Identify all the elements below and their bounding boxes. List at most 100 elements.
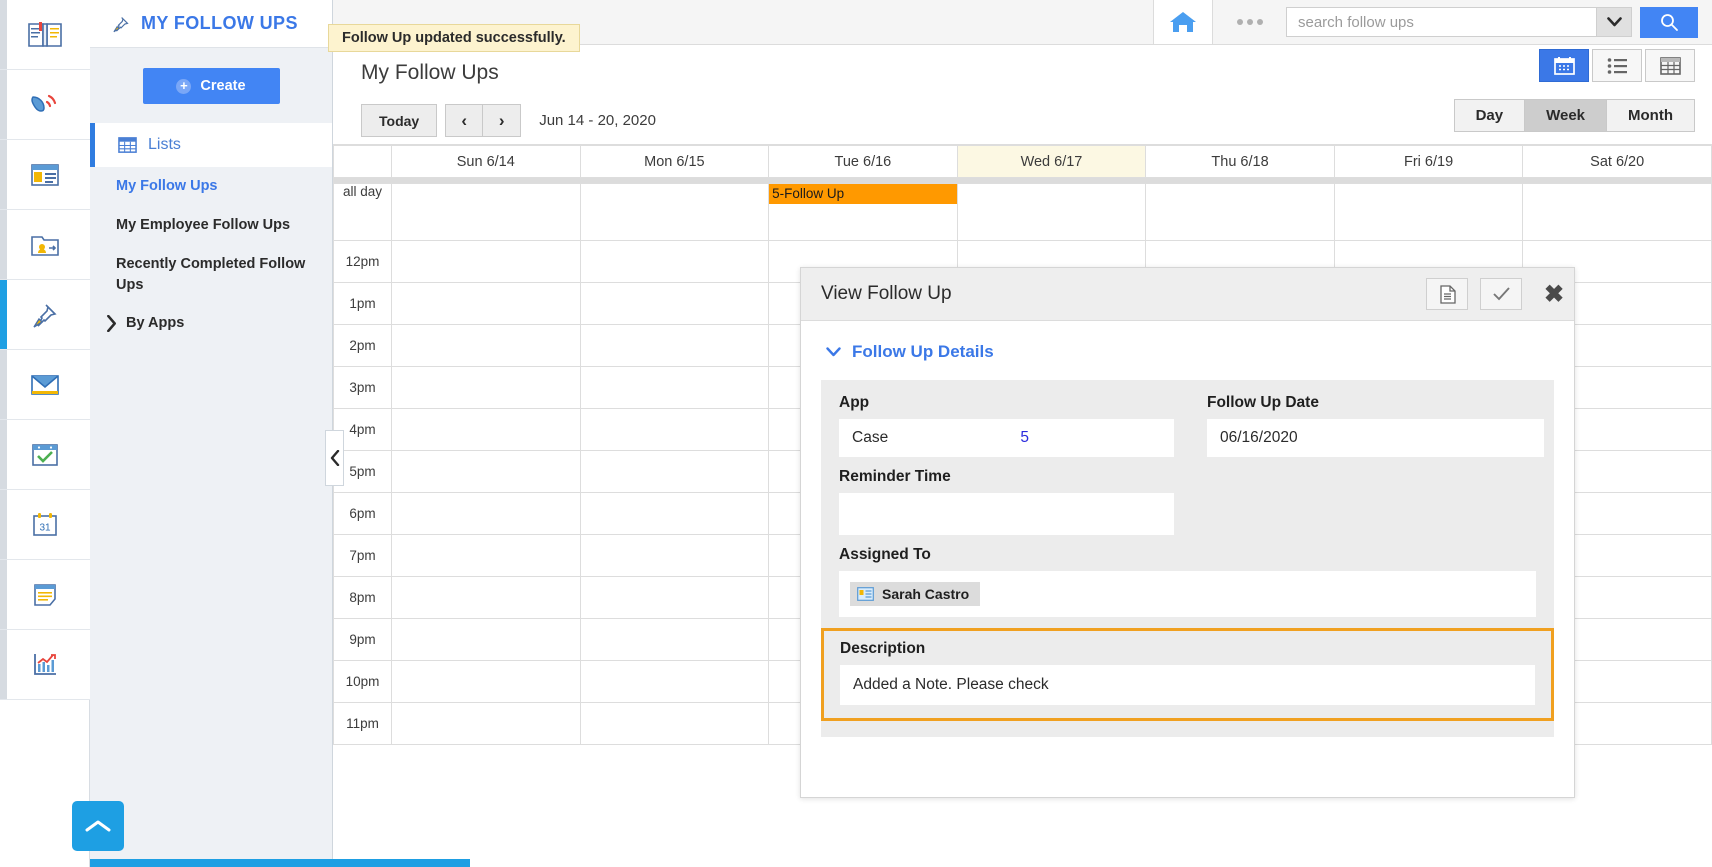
assignee-chip[interactable]: Sarah Castro <box>850 582 980 606</box>
hour-cell[interactable] <box>392 703 581 745</box>
sidebar-item-my-follow-ups[interactable]: My Follow Ups <box>90 167 332 206</box>
chevron-right-icon <box>106 315 117 332</box>
field-app-record-link[interactable]: 5 <box>1020 429 1029 447</box>
field-description-value[interactable]: Added a Note. Please check <box>840 665 1535 705</box>
panel-body: Follow Up Details App Case 5 Follow Up D… <box>801 321 1574 737</box>
rail-item-tasks[interactable] <box>0 420 90 490</box>
create-button[interactable]: + Create <box>143 68 280 104</box>
hour-label: 7pm <box>334 535 392 577</box>
panel-close-button[interactable]: ✖ <box>1534 268 1574 320</box>
panel-document-button[interactable] <box>1426 278 1468 310</box>
all-day-cell-with-event[interactable]: 5-Follow Up <box>769 184 958 241</box>
sidebar-collapse-handle[interactable] <box>325 430 344 486</box>
hour-cell[interactable] <box>580 409 769 451</box>
sidebar-item-my-employee-follow-ups[interactable]: My Employee Follow Ups <box>90 206 332 245</box>
day-header-thu[interactable]: Thu 6/18 <box>1146 146 1335 178</box>
follow-up-details-section-header[interactable]: Follow Up Details <box>826 342 1554 362</box>
calendar-31-icon: 31 <box>29 510 61 540</box>
task-check-icon <box>29 440 61 470</box>
hour-cell[interactable] <box>392 535 581 577</box>
rail-item-notes[interactable] <box>0 560 90 630</box>
home-icon <box>1168 9 1198 35</box>
search-input[interactable] <box>1286 7 1596 37</box>
hour-cell[interactable] <box>580 451 769 493</box>
hour-cell[interactable] <box>392 283 581 325</box>
range-day-button[interactable]: Day <box>1454 99 1525 132</box>
hour-cell[interactable] <box>392 451 581 493</box>
hour-cell[interactable] <box>392 493 581 535</box>
hour-cell[interactable] <box>580 577 769 619</box>
rail-item-analytics[interactable] <box>0 630 90 700</box>
field-follow-up-date-value[interactable]: 06/16/2020 <box>1207 419 1544 457</box>
more-options-button[interactable] <box>1213 0 1286 44</box>
rail-item-calendar[interactable]: 31 <box>0 490 90 560</box>
rail-item-contacts[interactable] <box>0 210 90 280</box>
next-week-button[interactable]: › <box>483 104 521 137</box>
hour-cell[interactable] <box>580 241 769 283</box>
search-scope-dropdown[interactable] <box>1596 7 1632 37</box>
rail-item-followups[interactable] <box>0 280 90 350</box>
calendar-header-row: Sun 6/14 Mon 6/15 Tue 6/16 Wed 6/17 Thu … <box>334 146 1712 178</box>
create-button-label: Create <box>200 78 245 94</box>
hour-cell[interactable] <box>392 577 581 619</box>
dot-icon <box>1257 19 1263 25</box>
day-header-sat[interactable]: Sat 6/20 <box>1523 146 1712 178</box>
hour-cell[interactable] <box>580 619 769 661</box>
event-follow-up[interactable]: 5-Follow Up <box>769 184 957 204</box>
chevron-left-icon <box>330 450 340 466</box>
panel-header: View Follow Up ✖ <box>801 268 1574 321</box>
calendar-view-button[interactable] <box>1539 49 1589 82</box>
range-week-button[interactable]: Week <box>1524 99 1606 132</box>
grid-view-button[interactable] <box>1645 49 1695 82</box>
sidebar-item-lists[interactable]: Lists <box>90 123 332 167</box>
hour-cell[interactable] <box>580 283 769 325</box>
hour-cell[interactable] <box>392 367 581 409</box>
all-day-cell[interactable] <box>1523 184 1712 241</box>
hour-cell[interactable] <box>392 661 581 703</box>
all-day-cell[interactable] <box>957 184 1146 241</box>
hour-cell[interactable] <box>580 535 769 577</box>
day-header-wed[interactable]: Wed 6/17 <box>957 146 1146 178</box>
brand-bar: MY FOLLOW UPS <box>90 0 332 48</box>
all-day-cell[interactable] <box>392 184 581 241</box>
range-month-button[interactable]: Month <box>1606 99 1695 132</box>
search-button[interactable] <box>1640 7 1698 38</box>
view-mode-switcher <box>1536 49 1695 82</box>
scroll-to-top-button[interactable] <box>72 801 124 851</box>
hour-cell[interactable] <box>392 619 581 661</box>
sidebar-group-by-apps[interactable]: By Apps <box>90 305 332 332</box>
day-header-tue[interactable]: Tue 6/16 <box>769 146 958 178</box>
sidebar-item-recently-completed-follow-ups[interactable]: Recently Completed Follow Ups <box>90 245 332 305</box>
hour-cell[interactable] <box>580 493 769 535</box>
hour-cell[interactable] <box>580 703 769 745</box>
hour-cell[interactable] <box>392 409 581 451</box>
rail-item-mail[interactable] <box>0 350 90 420</box>
hour-label: 2pm <box>334 325 392 367</box>
hour-cell[interactable] <box>580 661 769 703</box>
hour-cell[interactable] <box>580 367 769 409</box>
day-header-mon[interactable]: Mon 6/15 <box>580 146 769 178</box>
dot-icon <box>1247 19 1253 25</box>
today-button[interactable]: Today <box>361 104 437 137</box>
hour-label: 12pm <box>334 241 392 283</box>
list-view-button[interactable] <box>1592 49 1642 82</box>
day-header-sun[interactable]: Sun 6/14 <box>392 146 581 178</box>
day-header-fri[interactable]: Fri 6/19 <box>1334 146 1523 178</box>
all-day-cell[interactable] <box>1146 184 1335 241</box>
rail-item-phone[interactable] <box>0 70 90 140</box>
hour-cell[interactable] <box>392 241 581 283</box>
hour-label: 11pm <box>334 703 392 745</box>
rail-item-book[interactable] <box>0 0 90 70</box>
list-view-icon <box>1607 57 1628 75</box>
field-assigned-to: Assigned To Sarah Castro <box>839 546 1536 617</box>
rail-item-news[interactable] <box>0 140 90 210</box>
all-day-cell[interactable] <box>580 184 769 241</box>
all-day-cell[interactable] <box>1334 184 1523 241</box>
hour-cell[interactable] <box>392 325 581 367</box>
previous-week-button[interactable]: ‹ <box>445 104 483 137</box>
field-reminder-time-value[interactable] <box>839 493 1174 535</box>
svg-text:31: 31 <box>39 522 51 533</box>
hour-cell[interactable] <box>580 325 769 367</box>
panel-confirm-button[interactable] <box>1480 278 1522 310</box>
home-button[interactable] <box>1153 0 1213 44</box>
